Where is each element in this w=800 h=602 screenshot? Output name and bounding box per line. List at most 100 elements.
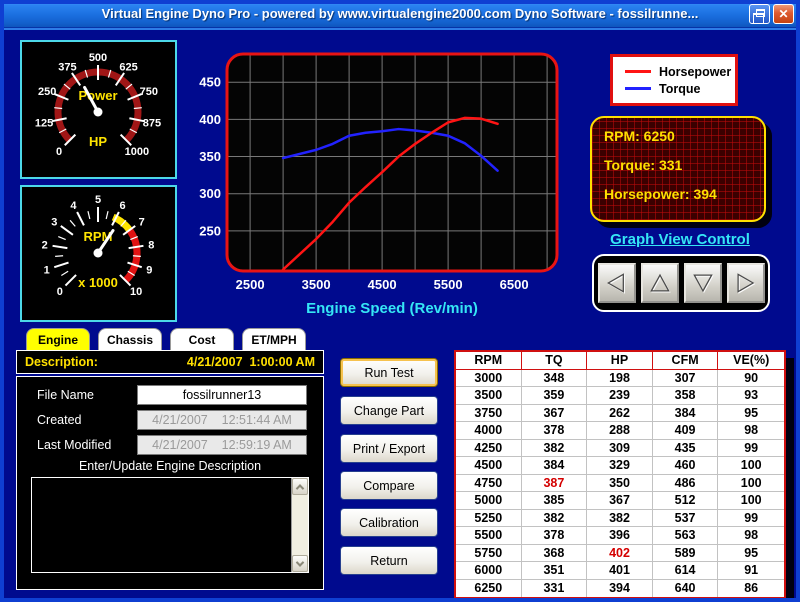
live-readout-panel: RPM: 6250 Torque: 331 Horsepower: 394: [590, 116, 766, 222]
dyno-chart: 25030035040045025003500450055006500: [192, 52, 564, 307]
last-modified-field: [137, 435, 307, 455]
legend-label: Horsepower: [659, 65, 731, 79]
file-name-label: File Name: [37, 388, 94, 402]
table-cell: 384: [522, 457, 588, 475]
gauge-tick: [70, 220, 75, 226]
table-row: 425038230943599: [456, 440, 784, 458]
scroll-down-button[interactable]: [292, 555, 308, 572]
table-cell: 640: [653, 580, 719, 598]
table-cell: 378: [522, 422, 588, 440]
table-cell: 99: [718, 440, 784, 458]
horsepower-gauge: 01252503755006257508751000PowerHP: [20, 40, 177, 179]
restore-button[interactable]: [749, 4, 770, 24]
change-part-button[interactable]: Change Part: [340, 396, 438, 425]
gauge-tick: [106, 211, 108, 219]
table-row: 525038238253799: [456, 510, 784, 528]
table-cell: 4750: [456, 475, 522, 493]
calibration-button[interactable]: Calibration: [340, 508, 438, 537]
graph-pan-down-button[interactable]: [684, 263, 722, 303]
gauge-tick: [58, 237, 65, 240]
table-cell: 198: [587, 370, 653, 388]
table-cell: 4250: [456, 440, 522, 458]
gauge-title: Power: [78, 88, 117, 103]
graph-pan-left-button[interactable]: [598, 263, 636, 303]
table-cell: 239: [587, 387, 653, 405]
table-cell: 384: [653, 405, 719, 423]
description-scrollbar[interactable]: [291, 478, 308, 572]
table-cell: 6000: [456, 562, 522, 580]
gauge-scale-label: 875: [143, 118, 161, 130]
readout-torque: Torque: 331: [604, 157, 764, 173]
gauge-scale-label: 8: [148, 240, 154, 252]
description-label: Description:: [25, 355, 98, 369]
table-cell: 358: [653, 387, 719, 405]
table-cell: 435: [653, 440, 719, 458]
table-cell: 93: [718, 387, 784, 405]
gauge-unit-label: HP: [89, 134, 107, 149]
table-cell: 98: [718, 527, 784, 545]
gauge-tick: [133, 256, 141, 257]
created-label: Created: [37, 413, 81, 427]
close-button[interactable]: ✕: [773, 4, 794, 24]
scroll-up-button[interactable]: [292, 478, 308, 495]
run-test-button[interactable]: Run Test: [340, 358, 438, 387]
table-cell: 4500: [456, 457, 522, 475]
legend-line-sample: [625, 70, 651, 73]
tab-engine[interactable]: Engine: [26, 328, 90, 350]
table-cell: 359: [522, 387, 588, 405]
gauge-tick: [54, 108, 62, 109]
graph-view-arrow-pad: [592, 254, 770, 312]
return-button[interactable]: Return: [340, 546, 438, 575]
file-name-field[interactable]: [137, 385, 307, 405]
gauge-tick: [53, 246, 68, 248]
gauge-scale-label: 5: [95, 194, 101, 206]
table-cell: 382: [522, 510, 588, 528]
table-cell: 98: [718, 422, 784, 440]
x-tick-label: 2500: [236, 277, 265, 292]
gauge-scale-label: 375: [58, 61, 76, 73]
gauge-scale-label: 1: [44, 265, 50, 277]
table-cell: 307: [653, 370, 719, 388]
table-cell: 5000: [456, 492, 522, 510]
table-cell: 385: [522, 492, 588, 510]
table-cell: 486: [653, 475, 719, 493]
table-cell: 5750: [456, 545, 522, 563]
engine-description-textarea[interactable]: [31, 477, 309, 573]
gauge-unit-label: x 1000: [78, 275, 118, 290]
gauge-scale-label: 0: [56, 146, 62, 158]
x-tick-label: 6500: [500, 277, 529, 292]
table-row: 550037839656398: [456, 527, 784, 545]
compare-button[interactable]: Compare: [340, 471, 438, 500]
triangle-up-icon: [645, 268, 675, 298]
tab-bar: Engine Chassis Cost ET/MPH: [26, 328, 306, 350]
gauge-tick: [134, 108, 142, 109]
graph-view-control-link[interactable]: Graph View Control: [590, 231, 770, 248]
column-header: TQ: [522, 352, 588, 370]
table-cell: 3000: [456, 370, 522, 388]
gauge-tick: [61, 226, 73, 235]
window-body: 01252503755006257508751000PowerHP 012345…: [4, 28, 796, 598]
table-cell: 589: [653, 545, 719, 563]
gauge-hub: [94, 108, 103, 117]
y-tick-label: 350: [199, 149, 221, 164]
print-export-button[interactable]: Print / Export: [340, 434, 438, 463]
gauge-scale-label: 2: [42, 240, 48, 252]
table-row: 4500384329460100: [456, 457, 784, 475]
tab-chassis[interactable]: Chassis: [98, 328, 162, 350]
triangle-left-icon: [602, 268, 632, 298]
column-header: HP: [587, 352, 653, 370]
table-row: 350035923935893: [456, 387, 784, 405]
table-cell: 329: [587, 457, 653, 475]
chevron-down-icon: [296, 558, 304, 566]
table-cell: 100: [718, 457, 784, 475]
table-cell: 614: [653, 562, 719, 580]
table-cell: 99: [718, 510, 784, 528]
gauge-hub: [94, 249, 103, 258]
table-cell: 3500: [456, 387, 522, 405]
gauge-tick: [65, 275, 76, 286]
tab-cost[interactable]: Cost: [170, 328, 234, 350]
table-cell: 100: [718, 492, 784, 510]
tab-et-mph[interactable]: ET/MPH: [242, 328, 306, 350]
graph-pan-right-button[interactable]: [727, 263, 765, 303]
graph-pan-up-button[interactable]: [641, 263, 679, 303]
